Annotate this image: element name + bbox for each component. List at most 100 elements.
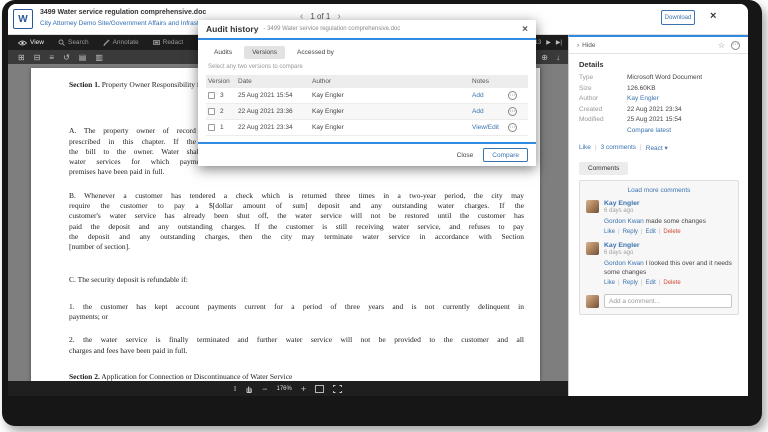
version-date: 22 Aug 2021 23:34	[238, 124, 312, 131]
react-dropdown[interactable]: React ▾	[646, 144, 668, 152]
detail-value: Microsoft Word Document	[627, 74, 738, 81]
redact-icon	[153, 39, 160, 46]
detail-value-author-link[interactable]: Kay Engler	[627, 95, 738, 102]
collapse-icon[interactable]: ⊟	[34, 53, 41, 62]
avatar	[586, 295, 599, 308]
grid-icon[interactable]: ▥	[95, 53, 103, 62]
separator: |	[640, 144, 642, 151]
comment-body: Gordon Kwan I looked this over and it ne…	[604, 260, 732, 277]
mention-link[interactable]: Gordon Kwan	[604, 260, 644, 267]
compare-latest-link[interactable]: Compare latest	[627, 127, 738, 134]
version-number: 1	[220, 124, 224, 131]
para-b-line: require the customer to pay a $[dollar a…	[69, 201, 524, 211]
next-page-icon-small[interactable]: ▶	[546, 39, 551, 46]
para-b-line: customer's water service has already bee…	[69, 211, 524, 221]
zoom-out-icon[interactable]: −	[262, 384, 267, 394]
add-comment-row	[586, 294, 732, 308]
version-checkbox[interactable]	[208, 124, 215, 131]
version-date: 25 Aug 2021 15:54	[238, 92, 312, 99]
eye-icon	[18, 40, 27, 46]
section-1-number: Section 1.	[69, 80, 100, 89]
zoom-in-icon[interactable]: +	[301, 384, 306, 394]
zoom-add-icon[interactable]: ⊕	[541, 53, 548, 62]
mention-link[interactable]: Gordon Kwan	[604, 218, 644, 225]
comment-like-link[interactable]: Like	[604, 280, 615, 286]
comment-author-link[interactable]: Kay Engler	[604, 200, 640, 207]
comments-count-link[interactable]: 3 comments	[601, 144, 636, 151]
comment-reply-link[interactable]: Reply	[623, 280, 638, 286]
text-select-icon[interactable]: I	[234, 385, 236, 393]
comment-reply-link[interactable]: Reply	[623, 229, 638, 235]
compare-button[interactable]: Compare	[483, 148, 528, 162]
version-notes-link[interactable]: View/Edit	[472, 124, 508, 131]
tab-annotate[interactable]: Annotate	[103, 39, 139, 46]
sidebar-more-icon[interactable]: ⋯	[731, 41, 740, 50]
rotate-icon[interactable]: ↺	[63, 53, 70, 62]
modal-close-icon[interactable]: ×	[522, 24, 528, 35]
word-doc-icon: W	[13, 9, 33, 29]
detail-label: Type	[579, 74, 627, 81]
chevron-right-icon: ›	[577, 42, 579, 49]
row-ellipsis-icon[interactable]: ⋯	[508, 123, 517, 132]
paragraph-b: B. Whenever a customer has tendered a ch…	[69, 191, 524, 253]
separator: |	[595, 144, 597, 151]
comment-author-link[interactable]: Kay Engler	[604, 242, 640, 249]
comment-edit-link[interactable]: Edit	[645, 229, 655, 235]
screen: W 3499 Water service regulation comprehe…	[0, 0, 768, 432]
col-version: Version	[208, 78, 238, 85]
close-icon[interactable]: ×	[710, 10, 716, 22]
thumbnails-icon[interactable]: ⊞	[18, 53, 25, 62]
version-checkbox[interactable]	[208, 92, 215, 99]
version-notes-link[interactable]: Add	[472, 92, 508, 99]
tab-view[interactable]: View	[18, 39, 44, 46]
download-button[interactable]: Download	[661, 10, 695, 25]
last-page-icon[interactable]: ▶|	[556, 39, 562, 46]
tab-search[interactable]: Search	[58, 39, 89, 46]
item-2: 2. the water service is finally terminat…	[69, 335, 524, 356]
table-header-row: Version Date Author Notes	[206, 75, 528, 88]
like-link[interactable]: Like	[579, 144, 591, 151]
version-author: Kay Engler	[312, 108, 472, 115]
hide-panel-toggle[interactable]: ›Hide	[577, 42, 596, 49]
page-layout-icon[interactable]: ▤	[79, 53, 87, 62]
tab-view-label: View	[30, 39, 44, 46]
list-icon[interactable]: ≡	[49, 53, 54, 62]
row-ellipsis-icon[interactable]: ⋯	[508, 91, 517, 100]
search-icon	[58, 39, 65, 46]
load-more-comments-link[interactable]: Load more comments	[586, 187, 732, 194]
tab-accessed-by[interactable]: Accessed by	[289, 46, 342, 59]
comment-delete-link[interactable]: Delete	[663, 280, 680, 286]
app-window: W 3499 Water service regulation comprehe…	[8, 4, 748, 396]
version-date: 22 Aug 2021 23:36	[238, 108, 312, 115]
tab-redact[interactable]: Redact	[153, 39, 184, 46]
modal-close-button[interactable]: Close	[457, 152, 474, 159]
fullscreen-icon[interactable]	[333, 385, 342, 393]
version-notes-link[interactable]: Add	[472, 108, 508, 115]
comment-timestamp: 6 days ago	[604, 250, 640, 256]
row-ellipsis-icon[interactable]: ⋯	[508, 107, 517, 116]
comment-like-link[interactable]: Like	[604, 229, 615, 235]
detail-value: 126.60KB	[627, 85, 738, 92]
para-b-line: B. Whenever a customer has tendered a ch…	[69, 191, 524, 201]
table-row: 2 22 Aug 2021 23:36 Kay Engler Add ⋯	[206, 104, 528, 120]
version-checkbox[interactable]	[208, 108, 215, 115]
comment-edit-link[interactable]: Edit	[645, 280, 655, 286]
comment-delete-link[interactable]: Delete	[663, 229, 680, 235]
details-heading: Details	[579, 60, 738, 69]
pan-hand-icon[interactable]	[245, 384, 253, 393]
zoom-percentage[interactable]: 176%	[276, 386, 291, 392]
version-author: Kay Engler	[312, 124, 472, 131]
detail-label: Modified	[579, 116, 627, 123]
tab-annotate-label: Annotate	[113, 39, 139, 46]
modal-tabs: Audits Versions Accessed by	[198, 40, 536, 63]
item-1-line: payments; or	[69, 312, 524, 322]
version-number: 3	[220, 92, 224, 99]
col-notes: Notes	[472, 78, 508, 85]
favorite-star-icon[interactable]: ☆	[718, 41, 725, 50]
down-arrow-icon[interactable]: ↓	[556, 53, 560, 62]
add-comment-input[interactable]	[604, 294, 732, 308]
fit-width-icon[interactable]	[315, 385, 324, 393]
tab-audits[interactable]: Audits	[206, 46, 240, 59]
tab-versions[interactable]: Versions	[244, 46, 285, 59]
detail-value: 25 Aug 2021 15:54	[627, 116, 738, 123]
